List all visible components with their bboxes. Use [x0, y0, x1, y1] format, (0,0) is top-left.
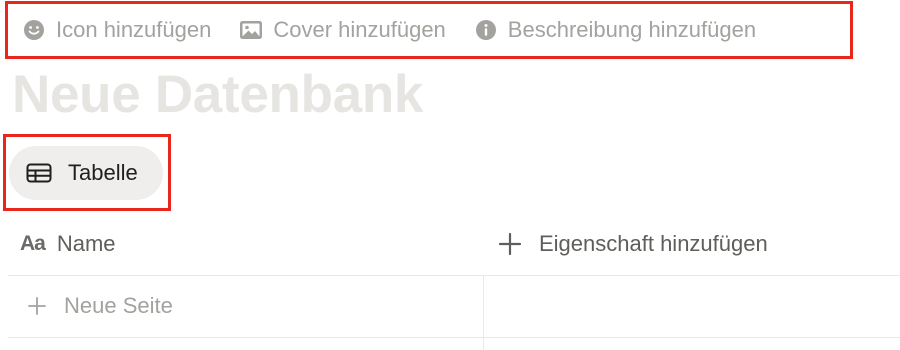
tab-table-label: Tabelle — [68, 160, 138, 185]
add-property-label: Eigenschaft hinzufügen — [539, 231, 768, 256]
add-description-button[interactable]: Beschreibung hinzufügen — [474, 17, 756, 43]
column-header-name[interactable]: Aa Name — [20, 231, 116, 257]
add-description-label: Beschreibung hinzufügen — [507, 17, 757, 42]
tab-table-view[interactable]: Tabelle — [9, 146, 163, 200]
page-actions-bar: Icon hinzufügen Cover hinzufügen Beschre… — [5, 1, 853, 59]
add-cover-label: Cover hinzufügen — [273, 17, 446, 42]
add-property-button[interactable]: Eigenschaft hinzufügen — [498, 231, 768, 257]
text-property-icon: Aa — [20, 232, 46, 255]
info-icon — [474, 18, 498, 42]
add-cover-button[interactable]: Cover hinzufügen — [239, 17, 446, 43]
smiley-icon — [22, 18, 46, 42]
plus-icon — [28, 296, 48, 316]
image-icon — [239, 18, 263, 42]
database-page: Icon hinzufügen Cover hinzufügen Beschre… — [0, 0, 900, 350]
column-header-name-label: Name — [56, 231, 116, 256]
add-icon-label: Icon hinzufügen — [56, 17, 212, 42]
add-icon-button[interactable]: Icon hinzufügen — [22, 17, 211, 43]
new-page-button[interactable]: Neue Seite — [28, 293, 173, 319]
page-title[interactable]: Neue Datenbank — [12, 64, 423, 125]
new-page-label: Neue Seite — [64, 293, 173, 318]
table-icon — [26, 163, 52, 183]
column-divider — [483, 276, 484, 350]
plus-icon — [498, 231, 524, 257]
row-divider — [8, 337, 900, 338]
